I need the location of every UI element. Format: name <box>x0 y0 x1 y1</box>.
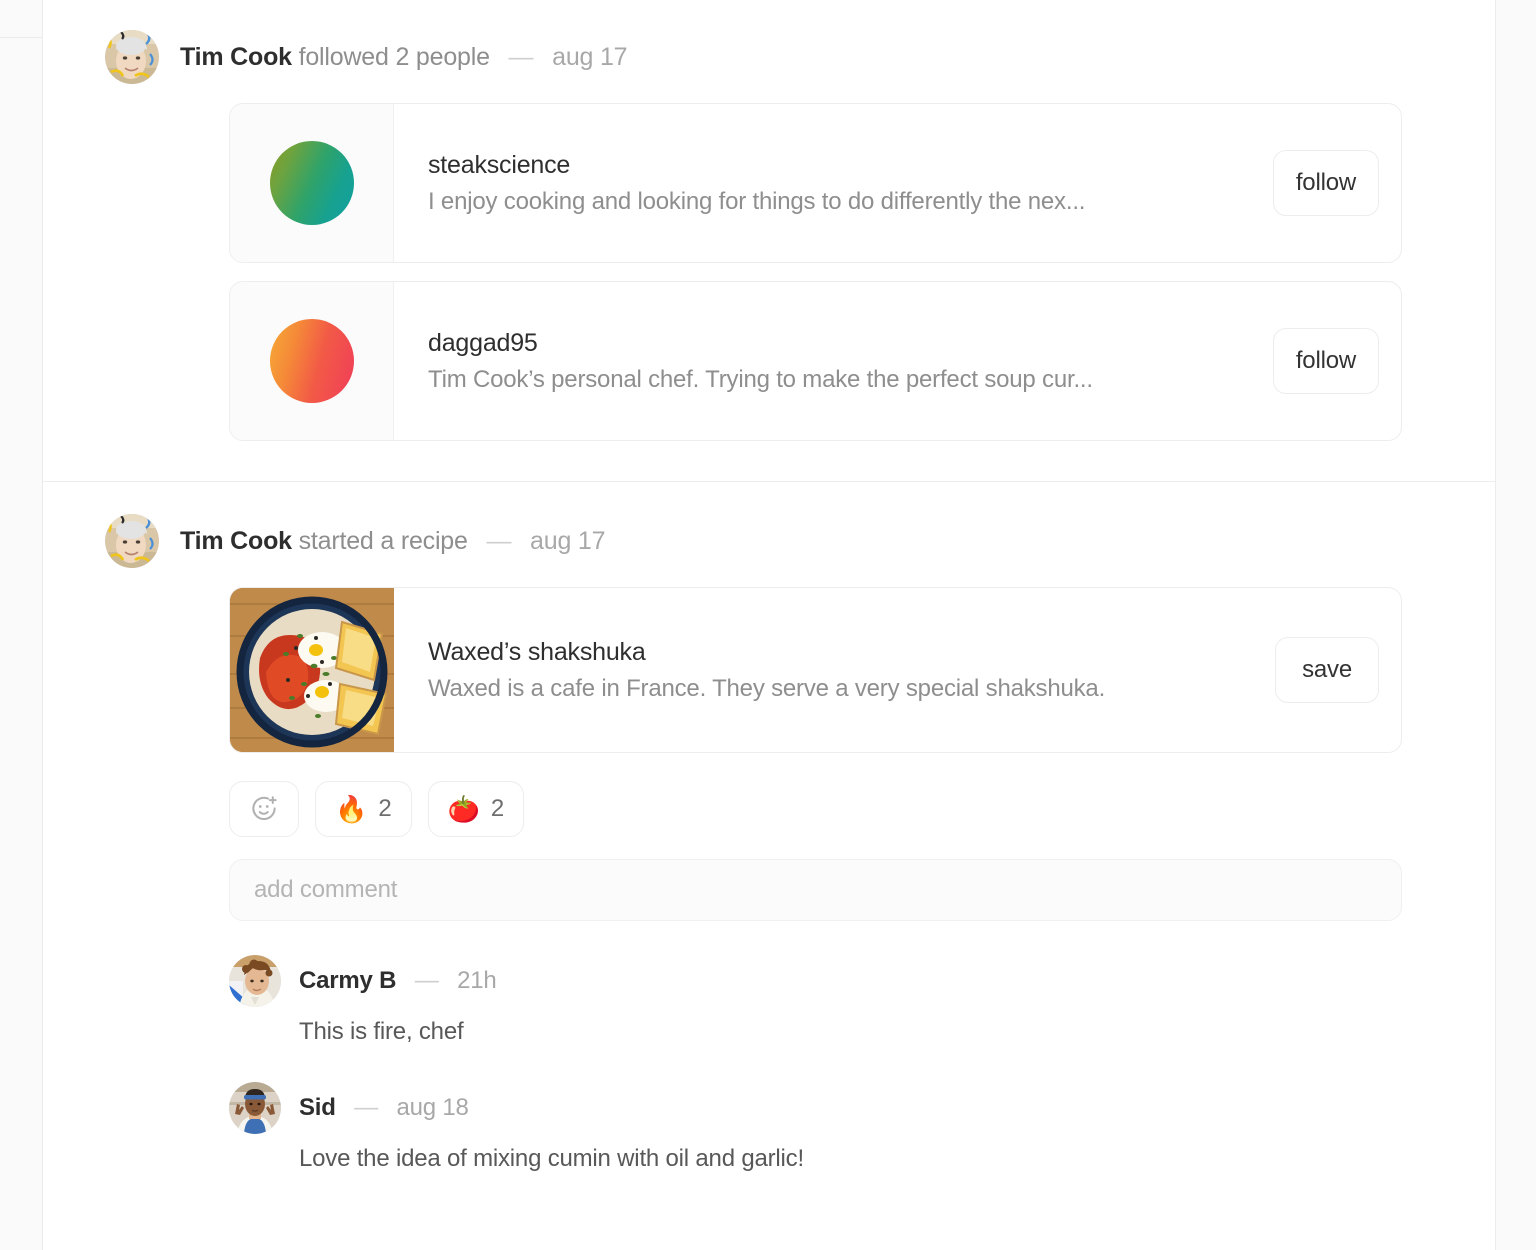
reaction-count: 2 <box>490 795 505 822</box>
post-author-name[interactable]: Tim Cook <box>180 43 292 71</box>
save-button[interactable]: save <box>1275 637 1379 703</box>
tim-cook-avatar[interactable] <box>105 514 159 568</box>
add-reaction-button[interactable] <box>229 781 299 837</box>
card-description: I enjoy cooking and looking for things t… <box>428 187 1086 215</box>
comment-meta: Sid — aug 18 <box>299 1094 469 1122</box>
reaction-fire[interactable]: 🔥 2 <box>315 781 412 837</box>
carmy-avatar[interactable] <box>229 955 281 1007</box>
card-description: Tim Cook’s personal chef. Trying to make… <box>428 365 1093 393</box>
activity-feed: Tim Cook followed 2 people — aug 17 stea… <box>43 0 1495 1250</box>
comment-text: This is fire, chef <box>299 1018 464 1045</box>
comment-timestamp: 21h <box>457 967 497 994</box>
post-header: Tim Cook started a recipe — aug 17 <box>105 514 1435 568</box>
post-separator: — <box>486 527 512 555</box>
fire-emoji: 🔥 <box>335 794 368 824</box>
comment-separator: — <box>414 967 439 994</box>
post-header-text: Tim Cook started a recipe — aug 17 <box>180 526 605 556</box>
comment-timestamp: aug 18 <box>396 1094 469 1122</box>
comment-separator: — <box>354 1094 379 1122</box>
tomato-emoji: 🍅 <box>447 794 480 824</box>
follow-suggestion-card[interactable]: daggad95 Tim Cook’s personal chef. Tryin… <box>229 281 1402 441</box>
reaction-bar: 🔥 2 🍅 2 <box>229 781 1435 837</box>
post-author-name[interactable]: Tim Cook <box>180 527 292 555</box>
sid-avatar[interactable] <box>229 1082 281 1135</box>
tim-cook-avatar[interactable] <box>105 30 159 84</box>
post-action-label: followed 2 people <box>298 43 490 71</box>
card-avatar-container <box>230 282 394 440</box>
post-date: aug 17 <box>552 43 628 71</box>
feed-post-follow: Tim Cook followed 2 people — aug 17 stea… <box>43 0 1495 481</box>
app-root: Tim Cook followed 2 people — aug 17 stea… <box>0 0 1536 1250</box>
recipe-card[interactable]: Waxed’s shakshuka Waxed is a cafe in Fra… <box>229 587 1402 753</box>
recipe-thumbnail <box>230 588 394 752</box>
card-avatar-container <box>230 104 394 262</box>
gradient-avatar-daggad95 <box>269 319 354 403</box>
comment-author[interactable]: Carmy B <box>299 967 397 994</box>
comment-item: Sid — aug 18 Love the idea of mixing cum… <box>229 1082 1435 1175</box>
add-comment-input[interactable]: add comment <box>229 859 1402 921</box>
comment-text: Love the idea of mixing cumin with oil a… <box>299 1145 804 1173</box>
comment-meta: Carmy B — 21h <box>299 967 497 995</box>
right-sidebar-rail <box>1495 0 1536 1250</box>
add-reaction-icon <box>252 796 277 820</box>
post-action-label: started a recipe <box>298 527 468 555</box>
post-header: Tim Cook followed 2 people — aug 17 <box>105 30 1435 84</box>
comment-list: Carmy B — 21h This is fire, chef Sid — a… <box>229 955 1435 1176</box>
add-comment-placeholder: add comment <box>254 876 398 903</box>
reaction-tomato[interactable]: 🍅 2 <box>427 781 525 837</box>
gradient-avatar-steakscience <box>269 141 354 225</box>
post-separator: — <box>508 43 534 71</box>
follow-suggestion-card[interactable]: steakscience I enjoy cooking and looking… <box>229 103 1402 263</box>
feed-post-recipe: Tim Cook started a recipe — aug 17 Waxed… <box>43 481 1495 1196</box>
card-title[interactable]: daggad95 <box>428 329 1253 358</box>
recipe-title[interactable]: Waxed’s shakshuka <box>428 638 1255 667</box>
comment-author[interactable]: Sid <box>299 1094 336 1121</box>
card-title[interactable]: steakscience <box>428 151 1253 180</box>
follow-button[interactable]: follow <box>1272 150 1379 216</box>
recipe-description: Waxed is a cafe in France. They serve a … <box>428 674 1106 702</box>
post-date: aug 17 <box>530 527 606 555</box>
reaction-count: 2 <box>378 795 392 822</box>
post-header-text: Tim Cook followed 2 people — aug 17 <box>180 42 628 72</box>
left-rail-divider <box>0 37 42 38</box>
comment-item: Carmy B — 21h This is fire, chef <box>229 955 1435 1048</box>
left-sidebar-rail <box>0 0 43 1250</box>
follow-button[interactable]: follow <box>1272 328 1379 394</box>
